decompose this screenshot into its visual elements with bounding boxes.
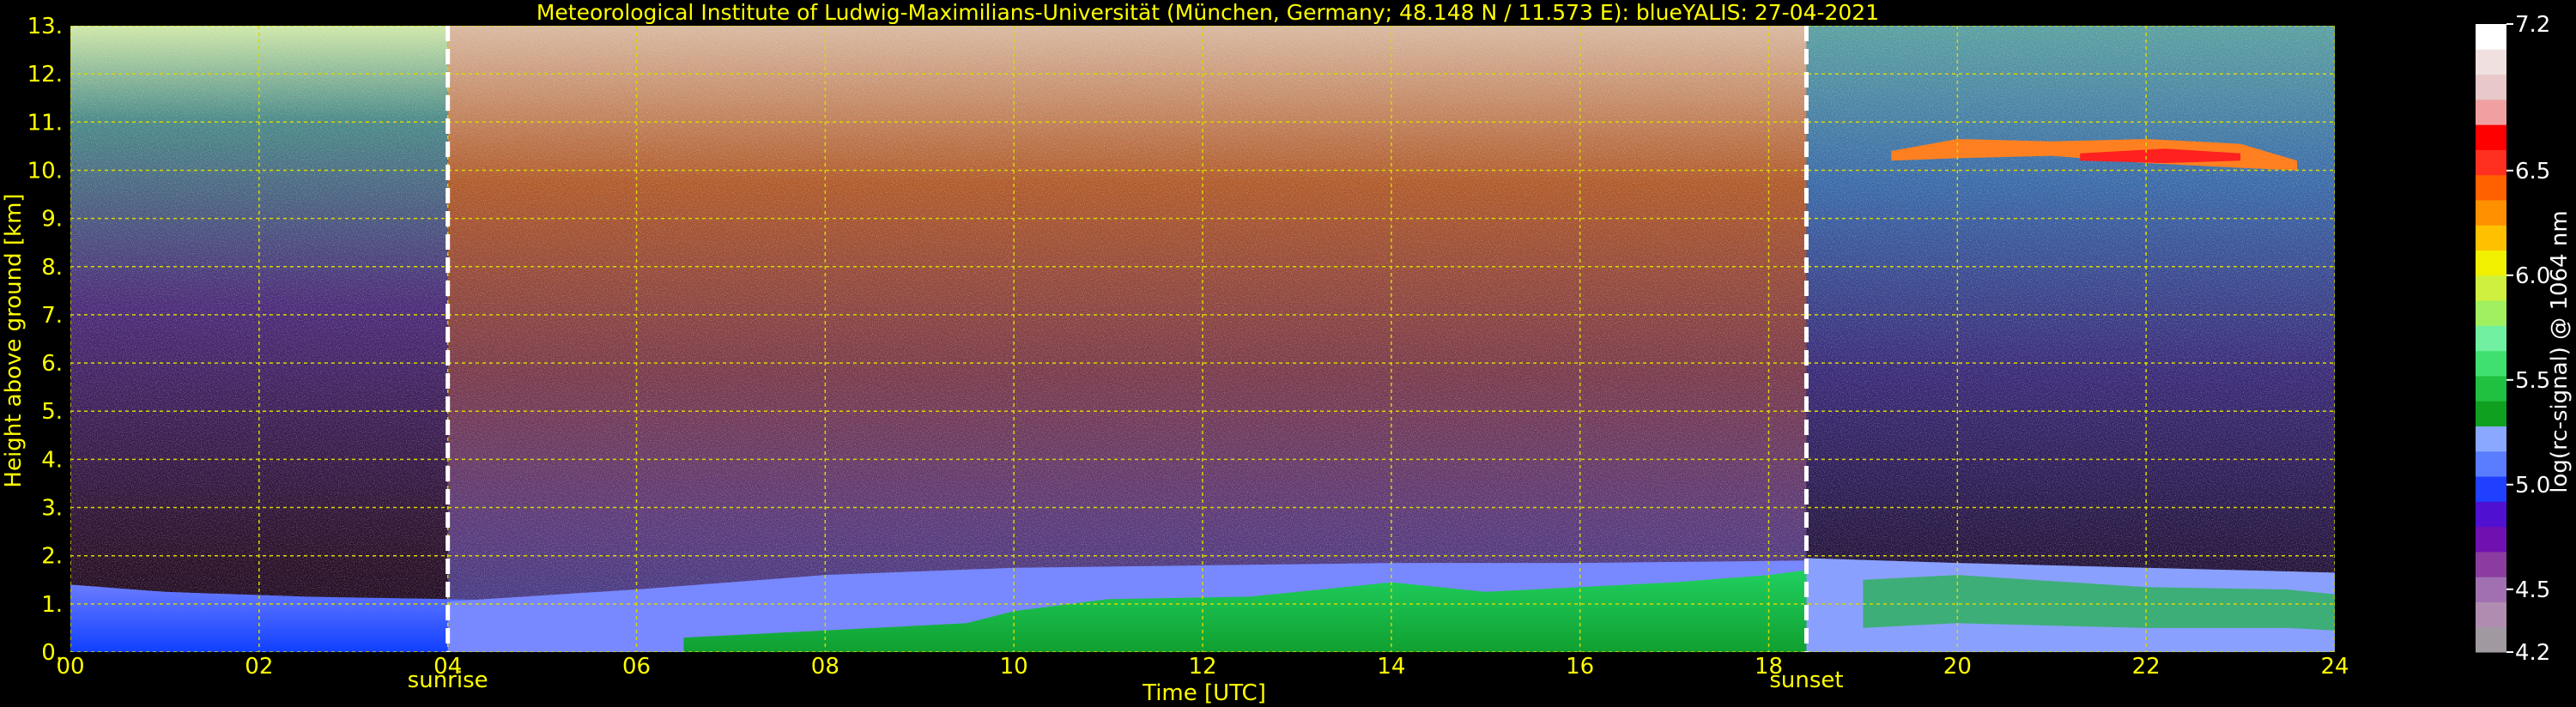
x-tick-label: 22 [2132, 654, 2161, 680]
colorbar-tick-label: 5.0 [2515, 473, 2550, 499]
colorbar-swatch [2476, 124, 2506, 150]
colorbar-swatch [2476, 250, 2506, 276]
colorbar-swatch [2476, 526, 2506, 553]
colorbar-swatch [2476, 275, 2506, 301]
colorbar-swatch [2476, 300, 2506, 326]
colorbar-swatch [2476, 49, 2506, 76]
colorbar-swatch [2476, 551, 2506, 577]
colorbar-swatch [2476, 24, 2506, 50]
colorbar-swatch [2476, 626, 2506, 653]
y-tick-label: 8. [41, 255, 63, 281]
y-tick-label: 10. [27, 158, 63, 184]
y-tick-label: 2. [41, 544, 63, 570]
signal-noise-texture [70, 26, 2335, 652]
y-tick-label: 11. [27, 110, 63, 136]
colorbar-swatch [2476, 601, 2506, 628]
colorbar-swatch [2476, 325, 2506, 352]
colorbar-tick-label: 6.0 [2515, 263, 2550, 289]
y-tick-label: 6. [41, 351, 63, 377]
plot-area [70, 26, 2335, 652]
x-tick-label: 10 [1000, 654, 1028, 680]
colorbar-tick-label: 5.5 [2515, 368, 2550, 394]
colorbar-tick-labels: 4.2 4.5 5.0 5.5 6.0 6.5 7.2 [2506, 12, 2550, 666]
y-axis-label: Height above ground [km] [1, 193, 27, 487]
colorbar-label: log(rc-signal) @ 1064 nm [2547, 210, 2573, 492]
colorbar-swatch [2476, 99, 2506, 125]
colorbar-swatch [2476, 350, 2506, 377]
colorbar-tick-label: 4.5 [2515, 577, 2550, 603]
y-tick-labels: 0.1.2.3.4.5.6.7.8.9.10.11.12.13. [27, 14, 63, 666]
y-tick-label: 9. [41, 207, 63, 233]
colorbar-swatch [2476, 225, 2506, 251]
colorbar-swatch [2476, 577, 2506, 602]
colorbar-tick-label: 4.2 [2515, 640, 2550, 666]
y-tick-label: 5. [41, 399, 63, 425]
colorbar-swatch [2476, 450, 2506, 477]
lidar-quicklook-chart: Meteorological Institute of Ludwig-Maxim… [1, 0, 2573, 706]
x-tick-label: 02 [245, 654, 273, 680]
x-axis-label: Time [UTC] [1142, 680, 1266, 706]
y-tick-label: 4. [41, 447, 63, 473]
sunset-label: sunset [1769, 668, 1843, 693]
x-tick-label: 12 [1188, 654, 1216, 680]
colorbar-swatch [2476, 174, 2506, 201]
x-tick-label: 14 [1377, 654, 1405, 680]
colorbar [2476, 24, 2506, 653]
x-tick-label: 20 [1943, 654, 1972, 680]
x-tick-labels: 00 02 04 06 08 10 12 14 16 18 20 22 24 [56, 654, 2349, 680]
y-tick-label: 13. [27, 14, 63, 39]
colorbar-tick-label: 7.2 [2515, 12, 2550, 38]
colorbar-swatch [2476, 375, 2506, 402]
colorbar-swatch [2476, 74, 2506, 100]
x-tick-label: 24 [2320, 654, 2349, 680]
y-tick-label: 12. [27, 62, 63, 88]
colorbar-swatch [2476, 476, 2506, 502]
x-tick-label: 16 [1566, 654, 1594, 680]
y-tick-label: 7. [41, 303, 63, 329]
colorbar-swatch [2476, 149, 2506, 176]
colorbar-swatch [2476, 501, 2506, 528]
colorbar-tick-label: 6.5 [2515, 159, 2550, 184]
y-tick-label: 3. [41, 496, 63, 522]
colorbar-swatch [2476, 426, 2506, 452]
chart-title: Meteorological Institute of Ludwig-Maxim… [536, 0, 1879, 25]
x-tick-label: 08 [811, 654, 839, 680]
x-tick-label: 00 [56, 654, 84, 680]
colorbar-swatch [2476, 401, 2506, 426]
y-tick-label: 1. [41, 592, 63, 618]
x-tick-label: 06 [622, 654, 651, 680]
colorbar-swatch [2476, 199, 2506, 226]
sunrise-label: sunrise [408, 668, 488, 693]
